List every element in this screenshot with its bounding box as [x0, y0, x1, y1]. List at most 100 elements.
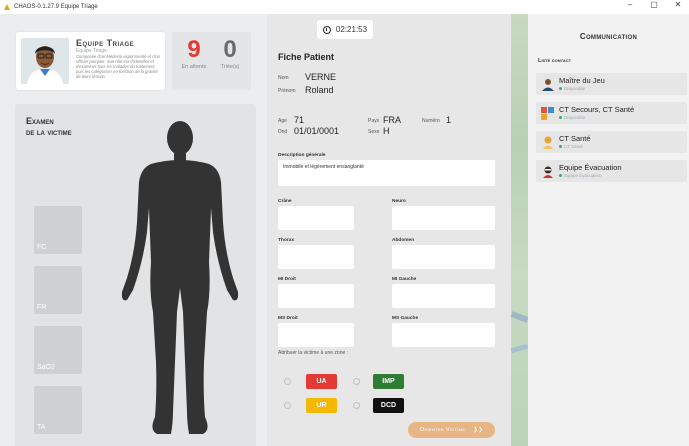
left-panel: Equipe Triage Equipe Triage Composée d'u…: [0, 14, 267, 446]
evacuation-icon: [543, 166, 553, 178]
contact-name: Equipe Évacuation: [559, 163, 622, 172]
exam-title-line2: de la victime: [26, 127, 72, 137]
ms-droit-field[interactable]: [278, 323, 354, 347]
age-value: 71: [294, 115, 305, 125]
orient-victim-label: Orienter Victime: [419, 427, 466, 433]
game-master-icon: [541, 78, 555, 91]
description-label: Description générale: [278, 153, 326, 158]
description-field[interactable]: Immobile et légèrement ensanglanté: [278, 160, 495, 186]
contact-item-equipe-evacuation[interactable]: Equipe Évacuation Equipe Évacuation: [536, 160, 687, 182]
mi-droit-field[interactable]: [278, 284, 354, 308]
map-strip: [510, 14, 529, 446]
crane-label: Crâne: [278, 199, 292, 204]
category-ua-button[interactable]: UA: [306, 374, 337, 389]
waiting-counter: 9 En attente: [178, 36, 210, 70]
radio-ua[interactable]: [284, 378, 291, 385]
contact-name: CT Santé: [559, 134, 591, 143]
sexe-value: H: [383, 126, 390, 136]
minimize-button[interactable]: –: [625, 0, 635, 9]
contact-list-title: Liste contact: [538, 58, 572, 64]
window-titlebar: CHAOS-0.1.27.9 Equipe Triage – ▢ ✕: [0, 0, 689, 14]
communication-title: Communication: [579, 32, 638, 41]
victim-exam-panel: Examen de la victime FC FR SaO2 TA: [15, 104, 256, 446]
zone-label: Attribuer la victime à une zone :: [278, 350, 349, 356]
sexe-label: Sexe: [368, 129, 380, 135]
victim-counters: 9 En attente 0 Triée(s): [172, 32, 251, 90]
contact-item-ct-secours[interactable]: CT Secours, CT Santé Disponible: [536, 102, 687, 124]
window-controls: – ▢ ✕: [625, 0, 683, 9]
ddn-value: 01/01/0001: [294, 126, 340, 136]
pays-label: Pays: [368, 118, 380, 124]
ms-droit-label: MS Droit: [278, 316, 298, 321]
contact-status: Disponible: [559, 115, 585, 120]
close-button[interactable]: ✕: [673, 0, 683, 9]
vital-ta-label: TA: [37, 424, 46, 431]
vital-sao2[interactable]: SaO2: [34, 326, 82, 374]
contact-name: Maître du Jeu: [559, 76, 605, 85]
mi-gauche-field[interactable]: [392, 284, 495, 308]
vital-fc-label: FC: [37, 244, 47, 251]
ms-gauche-label: MS Gauche: [392, 316, 419, 321]
prenom-value: Roland: [305, 85, 334, 95]
team-avatar: [21, 38, 69, 84]
exam-title: Examen de la victime: [26, 116, 72, 138]
app-warning-icon: [3, 3, 11, 11]
communication-panel: Communication Liste contact Maître du Je…: [528, 14, 689, 446]
patient-sheet-title: Fiche Patient: [278, 52, 335, 62]
contact-status: Equipe Évacuation: [559, 173, 602, 178]
description-text: Immobile et légèrement ensanglanté: [283, 164, 364, 170]
exam-title-line1: Examen: [26, 116, 54, 126]
contact-item-ct-sante[interactable]: CT Santé CT Santé: [536, 131, 687, 153]
thorax-label: Thorax: [278, 238, 294, 243]
vital-ta[interactable]: TA: [34, 386, 82, 434]
thorax-field[interactable]: [278, 245, 354, 269]
window-title: CHAOS-0.1.27.9 Equipe Triage: [14, 4, 98, 10]
radio-imp[interactable]: [353, 378, 360, 385]
mi-droit-label: MI Droit: [278, 277, 296, 282]
numero-label: Numéro: [422, 118, 440, 124]
orient-victim-button[interactable]: Orienter Victime ❯❯: [408, 422, 495, 438]
group-icon: [541, 107, 554, 120]
nom-value: VERNE: [305, 72, 337, 82]
mi-gauche-label: MI Gauche: [392, 277, 417, 282]
age-label: Age: [278, 118, 287, 124]
team-card: Equipe Triage Equipe Triage Composée d'u…: [16, 32, 165, 90]
category-ur-button[interactable]: UR: [306, 398, 337, 413]
maximize-button[interactable]: ▢: [649, 0, 659, 9]
vital-fc[interactable]: FC: [34, 206, 82, 254]
team-description: Composée d'un Médecin expérimenté et d'u…: [76, 54, 161, 79]
abdomen-label: Abdomen: [392, 238, 415, 243]
contact-name: CT Secours, CT Santé: [559, 105, 635, 114]
timer: 02:21:53: [317, 20, 373, 39]
vital-fr-label: FR: [37, 304, 47, 311]
radio-ur[interactable]: [284, 402, 291, 409]
body-silhouette[interactable]: [105, 112, 255, 442]
vital-fr[interactable]: FR: [34, 266, 82, 314]
category-dcd-button[interactable]: DCD: [373, 398, 404, 413]
neuro-field[interactable]: [392, 206, 495, 230]
crane-field[interactable]: [278, 206, 354, 230]
contact-item-maitre-du-jeu[interactable]: Maître du Jeu Disponible: [536, 73, 687, 95]
waiting-count: 9: [187, 36, 201, 63]
vital-sao2-label: SaO2: [37, 364, 55, 371]
pays-value: FRA: [383, 115, 401, 125]
ms-gauche-field[interactable]: [392, 323, 495, 347]
ddn-label: Dnd: [278, 129, 288, 135]
prenom-label: Prénom: [278, 88, 296, 94]
abdomen-field[interactable]: [392, 245, 495, 269]
radio-dcd[interactable]: [353, 402, 360, 409]
contact-status: CT Santé: [559, 144, 583, 149]
double-chevron-icon: ❯❯: [473, 427, 484, 433]
contact-status: Disponible: [559, 86, 585, 91]
waiting-label: En attente: [181, 64, 207, 70]
sorted-count: 0: [223, 36, 237, 63]
neuro-label: Neuro: [392, 199, 406, 204]
sorted-counter: 0 Triée(s): [213, 36, 247, 70]
stopwatch-icon: [322, 25, 331, 34]
health-icon: [543, 136, 553, 149]
numero-value: 1: [446, 115, 452, 125]
sorted-label: Triée(s): [220, 64, 240, 70]
category-imp-button[interactable]: IMP: [373, 374, 404, 389]
timer-value: 02:21:53: [335, 25, 368, 34]
team-name: Equipe Triage: [76, 38, 135, 48]
